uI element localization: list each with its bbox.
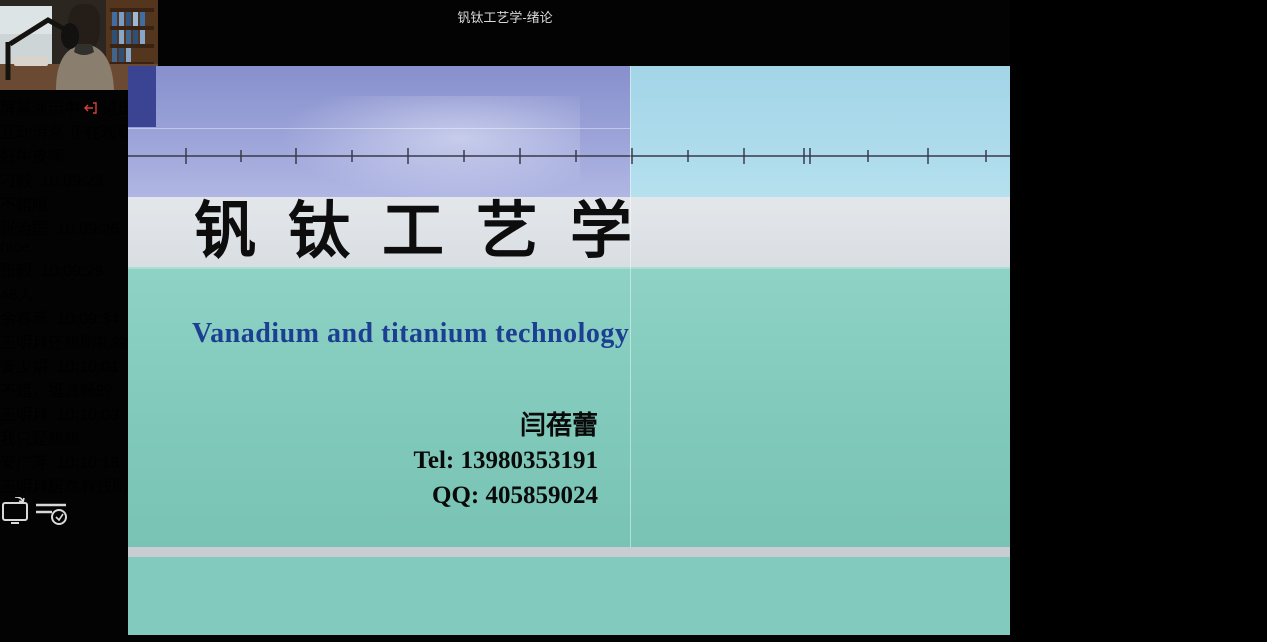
slide-subtitle: Vanadium and titanium technology [192, 318, 629, 350]
slide-author-block: 闫蓓蕾 Tel: 13980353191 QQ: 405859024 [338, 407, 598, 513]
overlay-sender-name: 姜少娟 [0, 359, 48, 376]
slide-sky-right [630, 66, 1010, 216]
slide-title: 钒钛工艺学 [194, 197, 664, 267]
slide-gray-strip [128, 547, 1010, 557]
whiteboard-icon[interactable] [34, 497, 68, 527]
overlay-sender-name: 张治国 [0, 221, 48, 238]
tab-interactive-messages[interactable]: 互动消息 [0, 125, 64, 142]
slide-author-tel: Tel: 13980353191 [338, 443, 598, 478]
slide-author-qq: QQ: 405859024 [338, 478, 598, 513]
slide-ruler-graphic [128, 145, 1010, 167]
overlay-message-time: 10:10:03 [57, 407, 119, 424]
overlay-message-bubble: 好牛皮啊 [0, 149, 64, 166]
overlay-message-bubble: 不错哦 [0, 197, 48, 214]
presenting-label: 屏幕演示中 [0, 101, 80, 118]
overlay-sender-name: 余春燕 [0, 311, 48, 328]
video-area[interactable]: 钒钛工艺学-绪论 钒钛工艺学 [0, 0, 1010, 642]
video-title: 钒钛工艺学-绪论 [0, 7, 1010, 26]
overlay-sender-name: 王明月 [0, 407, 48, 424]
slide-author-name: 闫蓓蕾 [338, 407, 598, 443]
overlay-message-time: 10:10:01 [57, 359, 119, 376]
overlay-message-time: 10:09:34 [57, 311, 119, 328]
slide-horizontal-line [128, 128, 630, 129]
overlay-message-bubble: 不错，挺流畅的 [0, 383, 112, 400]
overlay-message-time: 10:09:23 [41, 173, 103, 190]
slide-sky-left [128, 66, 630, 216]
overlay-message-time: 10:09:26 [57, 221, 119, 238]
overlay-message-time: 10:10:16 [57, 455, 119, 472]
overlay-message-bubble: 王明月还想刷礼物 [0, 335, 128, 352]
overlay-sender-name: 刁毅 [0, 173, 32, 190]
exit-arrow-icon [84, 102, 97, 114]
app-window: 钒钛工艺学-绪论 钒钛工艺学 [0, 0, 1267, 642]
presentation-slide: 钒钛工艺学 Vanadium and titanium technology 闫… [128, 66, 1010, 635]
overlay-message-bubble: 46人 [0, 287, 34, 304]
overlay-sender-name: 安广萍 [0, 455, 48, 472]
video-titlebar: 钒钛工艺学-绪论 [0, 0, 1010, 28]
overlay-message-bubble: nice [0, 239, 29, 256]
overlay-sender-name: 张毅 [0, 263, 32, 280]
slide-panel-seam [630, 66, 631, 547]
slide-corner-decoration [128, 66, 156, 127]
screen-share-icon[interactable] [0, 497, 30, 527]
overlay-message-time: 10:09:29 [41, 263, 103, 280]
overlay-message-bubble: 我只是想想 [0, 431, 80, 448]
